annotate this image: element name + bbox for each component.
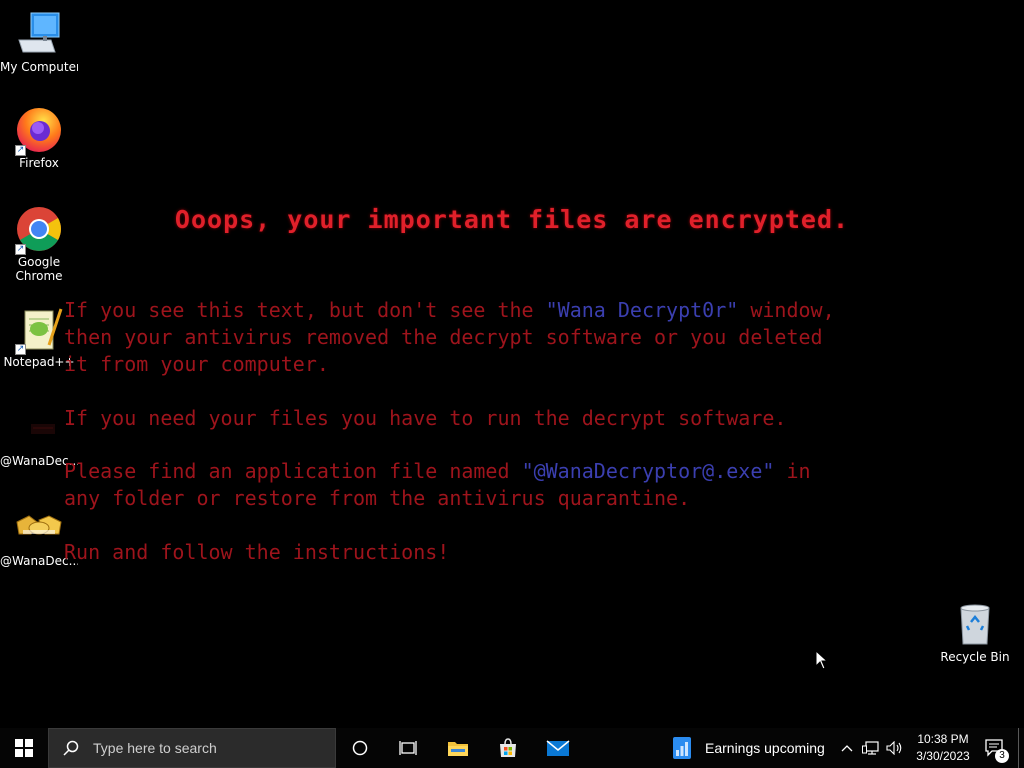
taskbar-file-explorer[interactable] (438, 728, 478, 768)
ransom-paragraph-3: Please find an application file named "@… (64, 458, 811, 512)
taskbar-clock[interactable]: 10:38 PM 3/30/2023 (908, 731, 978, 765)
desktop-icon-label: My Computer (0, 60, 78, 74)
taskbar-search-box[interactable] (48, 728, 336, 768)
ransom-text: If you see this text, but don't see the (64, 298, 546, 322)
desktop-icon-firefox[interactable]: ↗ Firefox (0, 106, 78, 170)
cortana-button[interactable] (340, 728, 380, 768)
show-desktop-button[interactable] (1018, 728, 1019, 768)
clock-date: 3/30/2023 (916, 749, 970, 763)
firefox-icon: ↗ (15, 106, 63, 156)
mail-icon (546, 740, 570, 756)
ransom-text: then your antivirus removed the decrypt … (64, 325, 823, 349)
folder-icon (448, 742, 468, 756)
taskbar-mail[interactable] (538, 728, 578, 768)
ransom-highlight-window-name: "Wana Decrypt0r" (545, 298, 739, 322)
start-button[interactable] (0, 728, 48, 768)
network-icon (862, 741, 879, 755)
search-icon (63, 740, 79, 756)
task-view-icon (399, 741, 417, 755)
recycle-bin-icon (951, 600, 999, 648)
windows-logo-icon (15, 739, 33, 757)
computer-icon (15, 10, 63, 58)
ransom-text: in (774, 459, 811, 483)
mouse-cursor-icon (815, 650, 829, 670)
taskbar: Earnings upcoming 10:38 PM 3/30/2023 (0, 728, 1024, 768)
notification-count-badge: 3 (995, 749, 1009, 763)
news-widget[interactable]: Earnings upcoming (672, 728, 834, 768)
shortcut-arrow-icon: ↗ (15, 244, 26, 255)
news-widget-label: Earnings upcoming (705, 740, 825, 756)
desktop-icon-label: Firefox (19, 156, 59, 170)
handshake-icon (15, 504, 63, 552)
ransom-text: any folder or restore from the antivirus… (64, 486, 691, 510)
ransom-title: Ooops, your important files are encrypte… (174, 205, 850, 234)
action-center-button[interactable]: 3 (976, 728, 1014, 768)
ransom-paragraph-2: If you need your files you have to run t… (64, 406, 787, 430)
ransom-highlight-exe-name: "@WanaDecryptor@.exe" (521, 459, 775, 483)
speaker-icon (886, 741, 902, 755)
cortana-circle-icon (352, 740, 368, 756)
ransom-text: it from your computer. (64, 352, 329, 376)
shortcut-arrow-icon: ↗ (15, 145, 26, 156)
ransom-text: Please find an application file named (64, 459, 522, 483)
ransom-text: window, (738, 298, 835, 322)
show-hidden-icons-button[interactable] (838, 728, 856, 768)
stock-chart-icon (673, 737, 691, 759)
search-input[interactable] (91, 739, 325, 757)
ransom-paragraph-4: Run and follow the instructions! (64, 540, 450, 564)
task-view-button[interactable] (388, 728, 428, 768)
chevron-up-icon (841, 745, 853, 752)
desktop-icon-label: Recycle Bin (940, 650, 1010, 664)
shortcut-arrow-icon: ↗ (15, 344, 26, 355)
taskbar-microsoft-store[interactable] (488, 728, 528, 768)
wanadecryptor-icon (15, 404, 63, 452)
notepadpp-icon: ↗ (15, 305, 63, 355)
desktop-icon-label: Google Chrome (15, 255, 63, 283)
volume-tray-button[interactable] (884, 728, 906, 768)
ransom-paragraph-1: If you see this text, but don't see the … (64, 297, 835, 378)
desktop-icon-my-computer[interactable]: My Computer (0, 10, 78, 74)
clock-time: 10:38 PM (917, 732, 969, 746)
desktop-icon-recycle-bin[interactable]: Recycle Bin (936, 600, 1014, 664)
store-bag-icon (500, 738, 516, 757)
network-tray-button[interactable] (860, 728, 882, 768)
